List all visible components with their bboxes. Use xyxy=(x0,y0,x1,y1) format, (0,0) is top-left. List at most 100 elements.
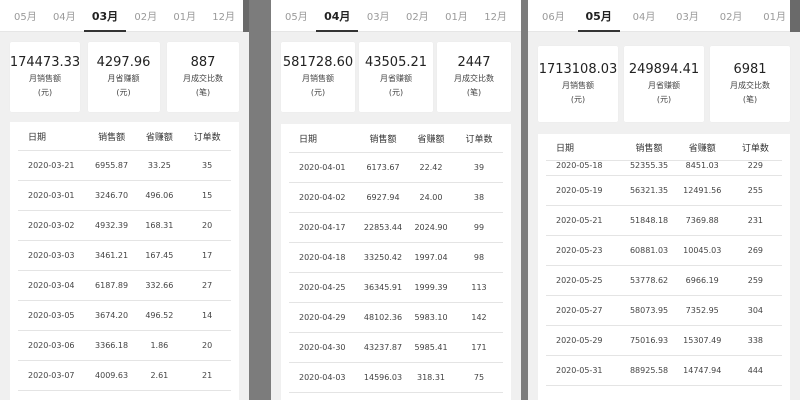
stat-card-orders: 887 月成交比数 (笔) xyxy=(167,42,239,112)
cell-earnings: 1997.04 xyxy=(414,253,448,262)
tab-month-active[interactable]: 05月 xyxy=(577,2,621,32)
stat-label: 月销售额 xyxy=(562,81,594,90)
table-row: 2020-03-21 6955.87 33.25 35 xyxy=(18,151,231,181)
stat-label: 月省赚额 xyxy=(648,81,680,90)
cell-date: 2020-05-29 xyxy=(556,336,603,345)
stat-unit: (元) xyxy=(388,88,404,97)
cell-sales: 22853.44 xyxy=(363,223,403,232)
stat-unit: (笔) xyxy=(195,88,211,97)
cell-orders: 17 xyxy=(202,251,213,260)
tab-month[interactable]: 01月 xyxy=(443,2,470,29)
stat-unit: (元) xyxy=(310,88,326,97)
tab-month[interactable]: 02月 xyxy=(404,2,431,29)
cell-date: 2020-03-05 xyxy=(28,311,75,320)
header-orders: 订单数 xyxy=(741,143,769,154)
stat-value: 887 xyxy=(190,55,216,70)
tab-month[interactable]: 02月 xyxy=(132,2,159,29)
summary-stats: 174473.33 月销售额 (元) 4297.96 月省赚额 (元) 887 … xyxy=(10,42,239,112)
stat-label: 月销售额 xyxy=(29,74,61,83)
table-row: 2020-03-04 6187.89 332.66 27 xyxy=(18,271,231,301)
tab-month[interactable]: 12月 xyxy=(482,2,509,29)
daily-table: 日期 销售额 省赚额 订单数 2020-03-21 6955.87 33.25 35 … xyxy=(10,122,239,400)
cell-date: 2020-05-27 xyxy=(556,306,603,315)
cell-earnings: 1.86 xyxy=(150,341,169,350)
cell-orders: 39 xyxy=(473,163,485,172)
tab-month-active[interactable]: 04月 xyxy=(316,2,359,32)
cell-date: 2020-04-30 xyxy=(299,343,346,352)
tab-month[interactable]: 04月 xyxy=(631,2,658,29)
tab-month-active[interactable]: 03月 xyxy=(83,2,127,32)
screen-april: 05月 04月 03月 02月 01月 12月 581728.60 月销售额 (… xyxy=(271,0,521,400)
cell-date: 2020-04-29 xyxy=(299,313,346,322)
tab-month[interactable]: 05月 xyxy=(283,2,310,29)
table-row: 2020-03-05 3674.20 496.52 14 xyxy=(18,301,231,331)
table-row: 2020-05-21 51848.18 7369.88 231 xyxy=(546,206,782,236)
table-row: 2020-04-17 22853.44 2024.90 99 xyxy=(289,213,503,243)
cell-sales: 48102.36 xyxy=(363,313,403,322)
header-earnings: 省赚额 xyxy=(688,143,716,154)
cell-orders: 231 xyxy=(747,216,764,225)
stat-unit: (笔) xyxy=(742,95,758,104)
cell-date: 2020-03-01 xyxy=(28,191,75,200)
cell-sales: 6955.87 xyxy=(95,161,129,170)
header-sales: 销售额 xyxy=(635,143,663,154)
stat-card-earnings: 43505.21 月省赚额 (元) xyxy=(359,42,433,112)
cell-orders: 20 xyxy=(202,341,213,350)
tab-month[interactable]: 02月 xyxy=(718,2,745,29)
cell-sales: 6173.67 xyxy=(366,163,400,172)
stat-unit: (元) xyxy=(116,88,131,97)
table-row: 2020-05-29 75016.93 15307.49 338 xyxy=(546,326,782,356)
cell-orders: 304 xyxy=(747,306,764,315)
cell-date: 2020-05-19 xyxy=(556,186,603,195)
cell-earnings: 318.31 xyxy=(417,373,445,382)
stat-card-earnings: 4297.96 月省赚额 (元) xyxy=(87,42,160,112)
cell-sales: 14596.03 xyxy=(363,373,403,382)
stat-card-sales: 174473.33 月销售额 (元) xyxy=(10,42,80,112)
screen-may: 06月 05月 04月 03月 02月 01月 1713108.03 月销售额 … xyxy=(528,0,800,400)
tab-month[interactable]: 03月 xyxy=(365,2,392,29)
cell-orders: 259 xyxy=(747,276,764,285)
table-header: 日期 销售额 省赚额 订单数 xyxy=(546,134,782,161)
tab-month[interactable]: 03月 xyxy=(674,2,701,29)
cell-date: 2020-03-02 xyxy=(28,221,75,230)
table-row: 2020-05-31 88925.58 14747.94 444 xyxy=(546,356,782,386)
tab-month[interactable]: 06月 xyxy=(540,2,567,29)
cell-sales: 56321.35 xyxy=(629,186,669,195)
cell-sales: 60881.03 xyxy=(629,246,669,255)
cell-earnings: 496.52 xyxy=(145,311,174,320)
cell-date: 2020-04-02 xyxy=(299,193,346,202)
summary-stats: 581728.60 月销售额 (元) 43505.21 月省赚额 (元) 244… xyxy=(281,42,511,112)
header-date: 日期 xyxy=(28,132,47,143)
cell-sales: 6187.89 xyxy=(95,281,129,290)
table-row: 2020-03-03 3461.21 167.45 17 xyxy=(18,241,231,271)
tab-month[interactable]: 01月 xyxy=(761,2,788,29)
cell-date: 2020-04-03 xyxy=(299,373,346,382)
tab-month[interactable]: 05月 xyxy=(12,2,39,29)
tab-month[interactable]: 01月 xyxy=(171,2,198,29)
cell-sales: 75016.93 xyxy=(629,336,669,345)
stat-label: 月销售额 xyxy=(302,74,334,83)
tab-month[interactable]: 04月 xyxy=(51,2,78,29)
cell-date: 2020-04-17 xyxy=(299,223,346,232)
cell-date: 2020-03-21 xyxy=(28,161,75,170)
table-row: 2020-03-02 4932.39 168.31 20 xyxy=(18,211,231,241)
cell-orders: 75 xyxy=(473,373,485,382)
cell-earnings: 7369.88 xyxy=(685,216,719,225)
cell-sales: 51848.18 xyxy=(629,216,669,225)
cell-date: 2020-05-31 xyxy=(556,366,603,375)
cell-orders: 21 xyxy=(202,371,213,380)
cell-earnings: 2.61 xyxy=(150,371,169,380)
table-row: 2020-04-25 36345.91 1999.39 113 xyxy=(289,273,503,303)
tab-month[interactable]: 12月 xyxy=(210,2,237,29)
cell-date: 2020-03-06 xyxy=(28,341,75,350)
stat-card-sales: 581728.60 月销售额 (元) xyxy=(281,42,355,112)
stat-unit: (元) xyxy=(37,88,53,97)
table-header: 日期 销售额 省赚额 订单数 xyxy=(289,124,503,153)
month-tabs: 05月 04月 03月 02月 01月 12月 xyxy=(0,0,249,32)
table-row: 2020-03-06 3366.18 1.86 20 xyxy=(18,331,231,361)
cell-date: 2020-04-18 xyxy=(299,253,346,262)
stat-value: 1713108.03 xyxy=(538,62,618,77)
stat-label: 月成交比数 xyxy=(183,74,223,83)
cell-earnings: 24.00 xyxy=(419,193,443,202)
cell-orders: 338 xyxy=(747,336,764,345)
